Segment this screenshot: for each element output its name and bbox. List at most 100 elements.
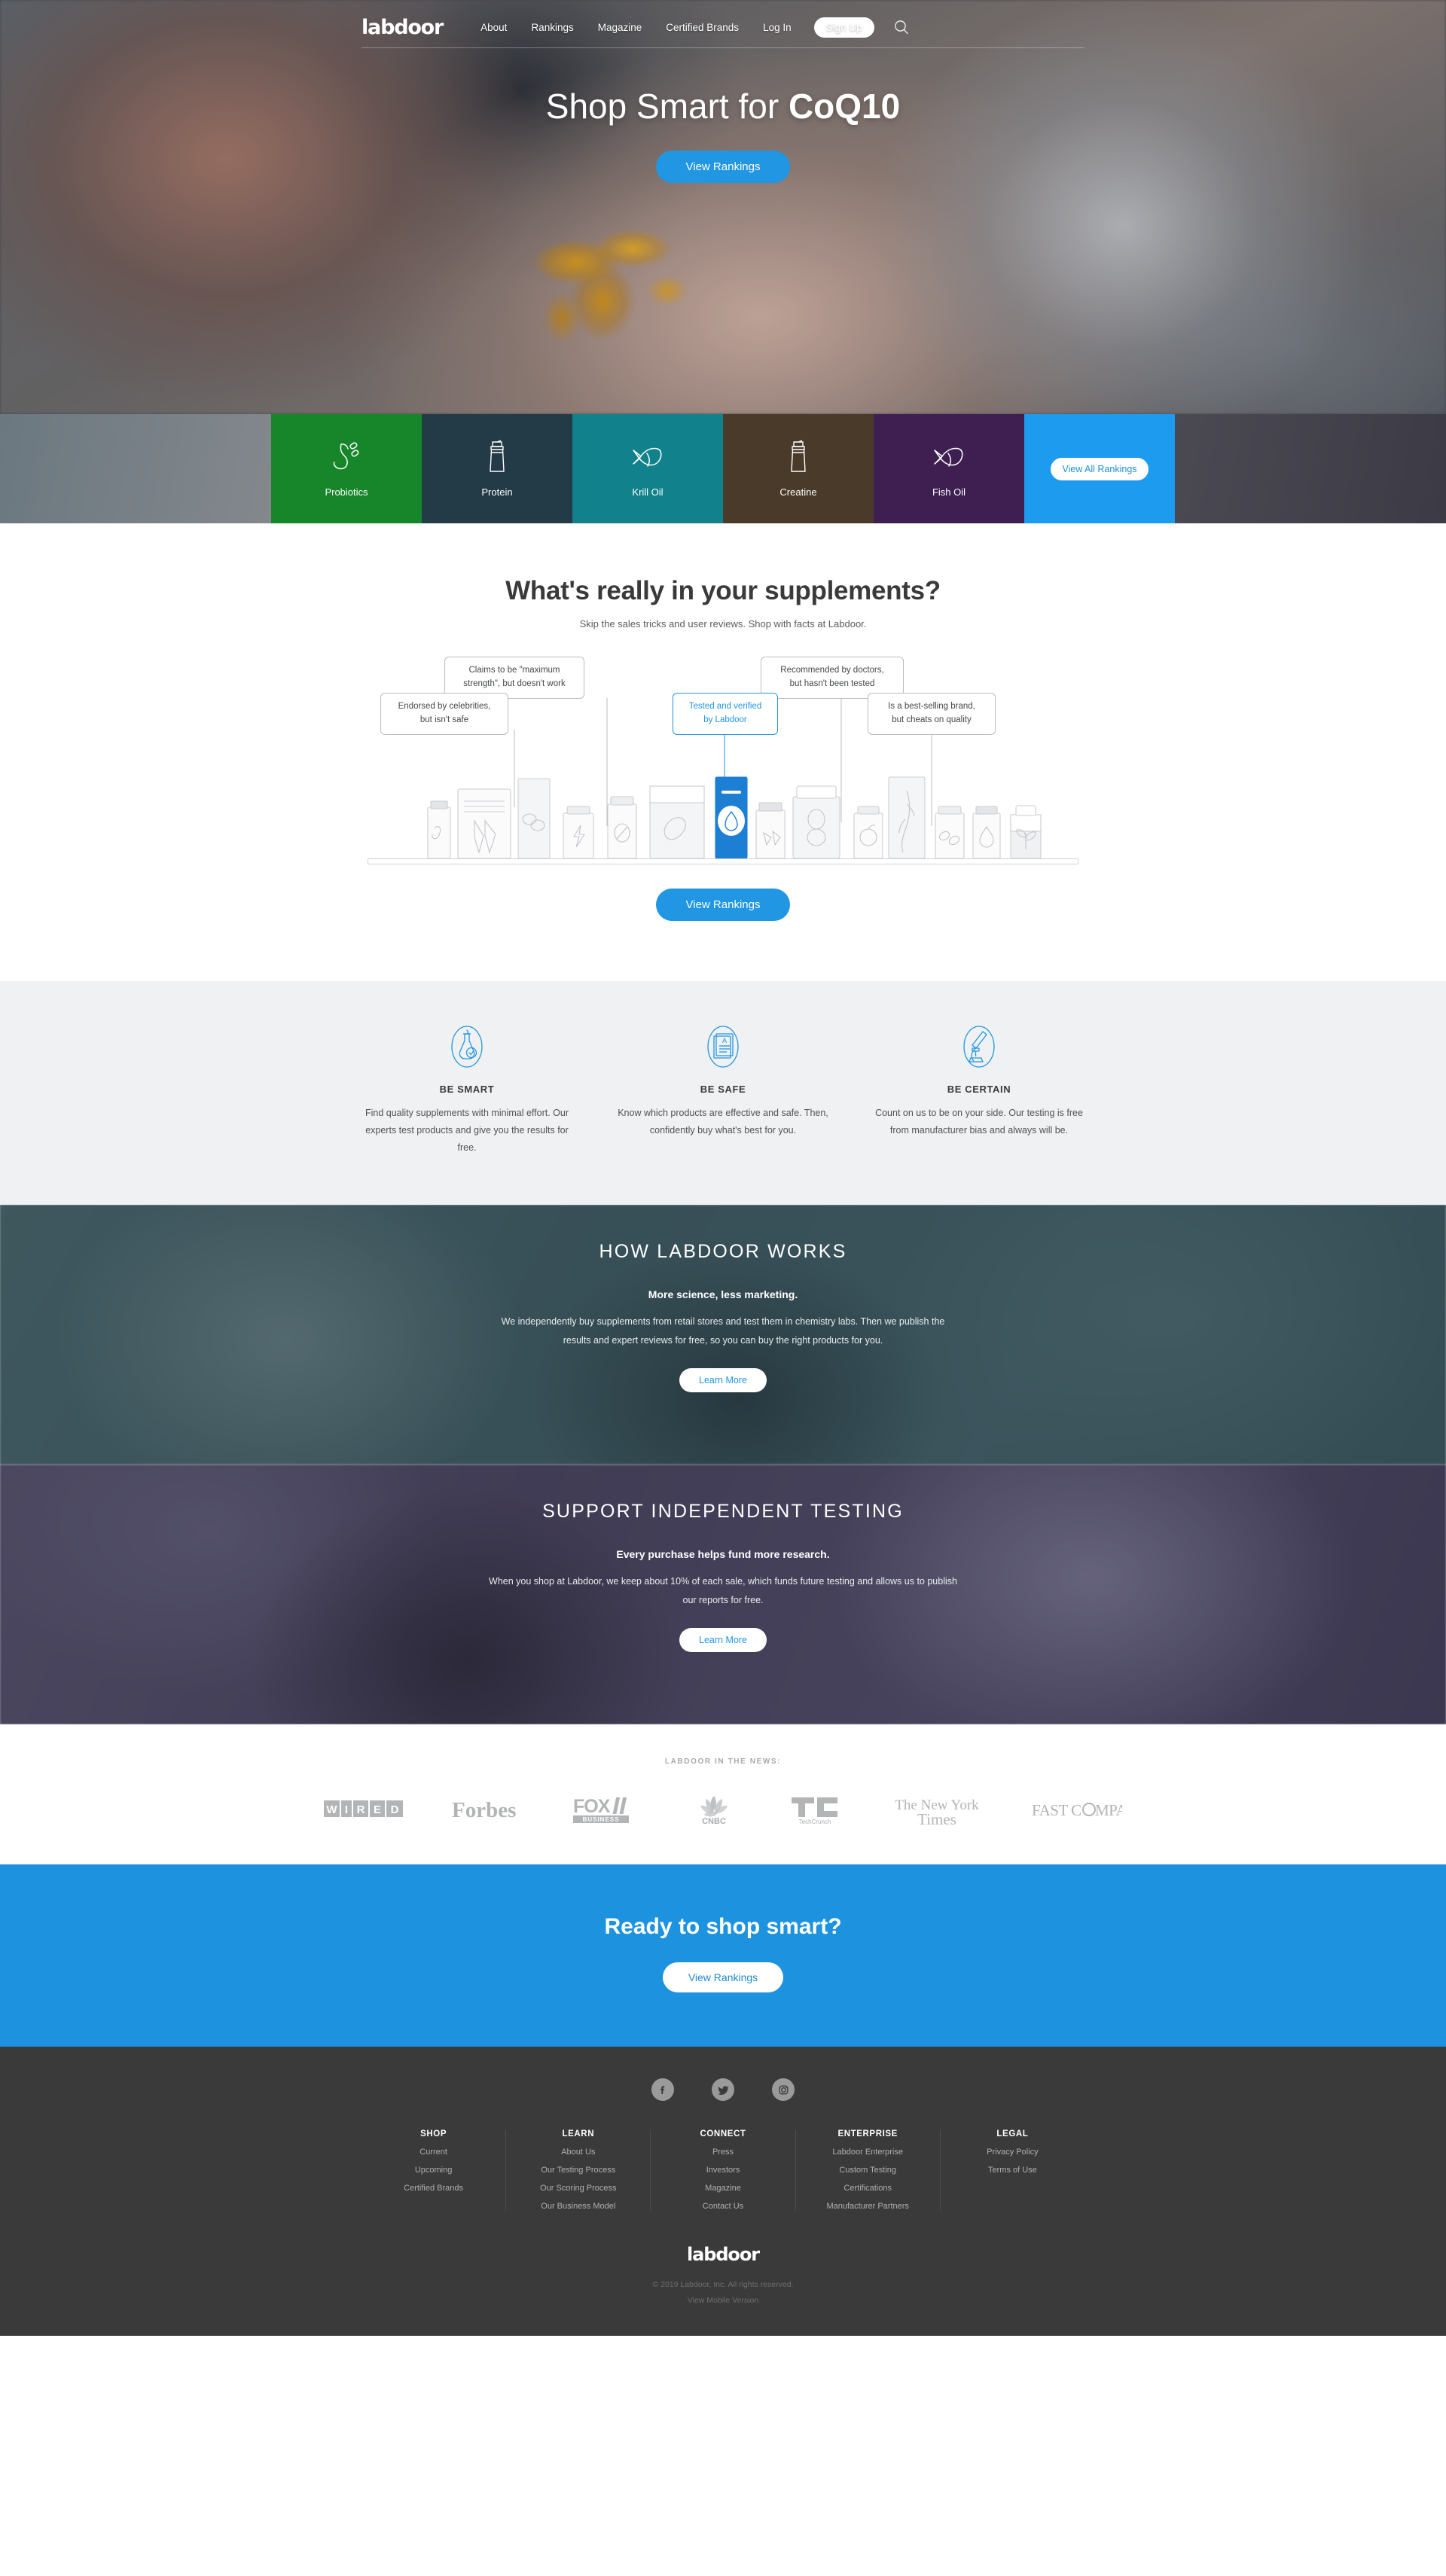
- footer-link[interactable]: Terms of Use: [945, 2166, 1080, 2175]
- footer-column-heading: CONNECT: [700, 2129, 746, 2139]
- press-section: LABDOOR IN THE NEWS: WIRED Forbes FOX BU…: [0, 1724, 1446, 1865]
- footer-column-enterprise: ENTERPRISE Labdoor Enterprise Custom Tes…: [796, 2129, 941, 2212]
- site-logo[interactable]: labdoor: [362, 17, 444, 38]
- footer-link[interactable]: Current: [366, 2148, 501, 2157]
- view-all-rankings-button[interactable]: View All Rankings: [1051, 457, 1149, 480]
- hero-title-highlight: CoQ10: [788, 87, 901, 126]
- how-it-works-learn-more-button[interactable]: Learn More: [679, 1368, 767, 1393]
- support-testing-section: SUPPORT INDEPENDENT TESTING Every purcha…: [0, 1465, 1446, 1725]
- category-bar: Probiotics Protein Krill Oil Creatine Fi…: [0, 414, 1446, 523]
- press-logo-new-york-times: The New York Times: [890, 1793, 984, 1830]
- nav-item-log-in[interactable]: Log In: [751, 17, 804, 38]
- ready-to-shop-cta-section: Ready to shop smart? View Rankings: [0, 1864, 1446, 2047]
- category-label: Fish Oil: [932, 486, 966, 498]
- footer-link[interactable]: Manufacturer Partners: [801, 2202, 935, 2211]
- footer-link[interactable]: Our Scoring Process: [511, 2184, 645, 2193]
- facebook-icon[interactable]: [651, 2078, 674, 2102]
- category-label: Krill Oil: [632, 486, 664, 498]
- footer-link[interactable]: About Us: [511, 2148, 645, 2157]
- footer-link[interactable]: Our Testing Process: [511, 2166, 645, 2175]
- footer-logo[interactable]: labdoor: [0, 2244, 1446, 2265]
- svg-text:FAST C: FAST C: [1032, 1801, 1081, 1819]
- flask-check-icon: [362, 1023, 572, 1070]
- sign-up-button[interactable]: Sign Up: [813, 17, 874, 38]
- instagram-icon[interactable]: [772, 2078, 795, 2102]
- cta-title: Ready to shop smart?: [604, 1914, 842, 1940]
- supplements-heading: What's really in your supplements?: [505, 576, 941, 605]
- site-header: labdoor About Rankings Magazine Certifie…: [0, 0, 1446, 44]
- nav-item-certified-brands[interactable]: Certified Brands: [654, 17, 751, 38]
- svg-text:R: R: [357, 1803, 365, 1816]
- supplements-view-rankings-button[interactable]: View Rankings: [655, 889, 791, 921]
- svg-text:Times: Times: [917, 1810, 956, 1826]
- svg-text:TechCrunch: TechCrunch: [799, 1818, 831, 1825]
- shaker-bottle-icon: [787, 440, 810, 474]
- footer-column-shop: SHOP Current Upcoming Certified Brands: [362, 2129, 507, 2212]
- view-mobile-version-link[interactable]: View Mobile Version: [0, 2293, 1446, 2309]
- svg-text:I: I: [345, 1803, 348, 1816]
- footer-column-heading: LEARN: [562, 2129, 595, 2139]
- footer-column-heading: SHOP: [420, 2129, 447, 2139]
- category-tile-fish-oil[interactable]: Fish Oil: [874, 414, 1024, 523]
- value-body: Know which products are effective and sa…: [618, 1108, 828, 1136]
- callout-line-2: but hasn't been tested: [789, 678, 875, 688]
- press-logo-forbes: Forbes: [450, 1797, 524, 1826]
- values-section: BE SMART Find quality supplements with m…: [0, 981, 1446, 1206]
- category-label: Probiotics: [325, 486, 368, 498]
- how-it-works-body: We independently buy supplements from re…: [501, 1316, 945, 1346]
- twitter-icon[interactable]: [712, 2078, 734, 2102]
- svg-text:MPANY: MPANY: [1095, 1801, 1122, 1819]
- value-title: BE SMART: [439, 1084, 495, 1095]
- category-label: Creatine: [779, 486, 817, 498]
- svg-text:CNBC: CNBC: [702, 1817, 726, 1825]
- category-label: Protein: [481, 486, 513, 498]
- category-tiles: Probiotics Protein Krill Oil Creatine Fi…: [271, 414, 1175, 523]
- footer-link[interactable]: Magazine: [655, 2184, 790, 2193]
- footer-column-heading: LEGAL: [996, 2129, 1029, 2139]
- svg-text:E: E: [374, 1803, 381, 1816]
- svg-text:BUSINESS: BUSINESS: [582, 1816, 619, 1823]
- search-icon[interactable]: [894, 20, 909, 35]
- category-tile-view-all[interactable]: View All Rankings: [1024, 414, 1175, 523]
- footer-link[interactable]: Contact Us: [655, 2202, 790, 2211]
- how-it-works-lead: More science, less marketing.: [648, 1288, 798, 1301]
- footer-link[interactable]: Privacy Policy: [945, 2148, 1080, 2157]
- shelf-line: [368, 858, 1078, 864]
- main-navigation: About Rankings Magazine Certified Brands…: [468, 17, 908, 38]
- footer-column-heading: ENTERPRISE: [837, 2129, 898, 2139]
- support-testing-lead: Every purchase helps fund more research.: [616, 1548, 830, 1561]
- shaker-bottle-icon: [486, 440, 508, 474]
- footer-link[interactable]: Custom Testing: [801, 2166, 935, 2175]
- supplements-section: What's really in your supplements? Skip …: [0, 523, 1446, 981]
- svg-text:W: W: [326, 1803, 337, 1816]
- footer-link[interactable]: Labdoor Enterprise: [801, 2148, 935, 2157]
- press-logo-fast-company: FAST C MPANY: [1030, 1798, 1149, 1825]
- category-tile-creatine[interactable]: Creatine: [723, 414, 874, 523]
- footer-link[interactable]: Certified Brands: [366, 2184, 501, 2193]
- supplement-bottles-row: [427, 776, 1042, 858]
- hero-view-rankings-button[interactable]: View Rankings: [655, 151, 791, 183]
- nav-item-rankings[interactable]: Rankings: [519, 17, 585, 38]
- nav-item-about[interactable]: About: [468, 17, 519, 38]
- footer-link[interactable]: Certifications: [801, 2184, 935, 2193]
- hero-title: Shop Smart for CoQ10: [0, 86, 1446, 127]
- category-tile-probiotics[interactable]: Probiotics: [271, 414, 422, 523]
- hero-title-prefix: Shop Smart for: [545, 87, 789, 126]
- svg-text:Forbes: Forbes: [452, 1798, 516, 1822]
- cta-view-rankings-button[interactable]: View Rankings: [662, 1962, 784, 1993]
- support-testing-learn-more-button[interactable]: Learn More: [679, 1628, 767, 1653]
- press-label: LABDOOR IN THE NEWS:: [664, 1757, 782, 1767]
- category-tile-krill-oil[interactable]: Krill Oil: [572, 414, 723, 523]
- footer-link[interactable]: Upcoming: [366, 2166, 501, 2175]
- footer-link[interactable]: Press: [655, 2148, 790, 2157]
- footer-column-connect: CONNECT Press Investors Magazine Contact…: [651, 2129, 796, 2212]
- krill-icon: [630, 440, 665, 474]
- hero-section: labdoor About Rankings Magazine Certifie…: [0, 0, 1446, 414]
- footer-column-legal: LEGAL Privacy Policy Terms of Use: [941, 2129, 1084, 2211]
- footer-link[interactable]: Our Business Model: [511, 2202, 645, 2211]
- footer-link[interactable]: Investors: [655, 2166, 790, 2175]
- support-testing-heading: SUPPORT INDEPENDENT TESTING: [542, 1501, 904, 1523]
- category-tile-protein[interactable]: Protein: [422, 414, 572, 523]
- value-body: Find quality supplements with minimal ef…: [365, 1108, 569, 1154]
- nav-item-magazine[interactable]: Magazine: [586, 17, 654, 38]
